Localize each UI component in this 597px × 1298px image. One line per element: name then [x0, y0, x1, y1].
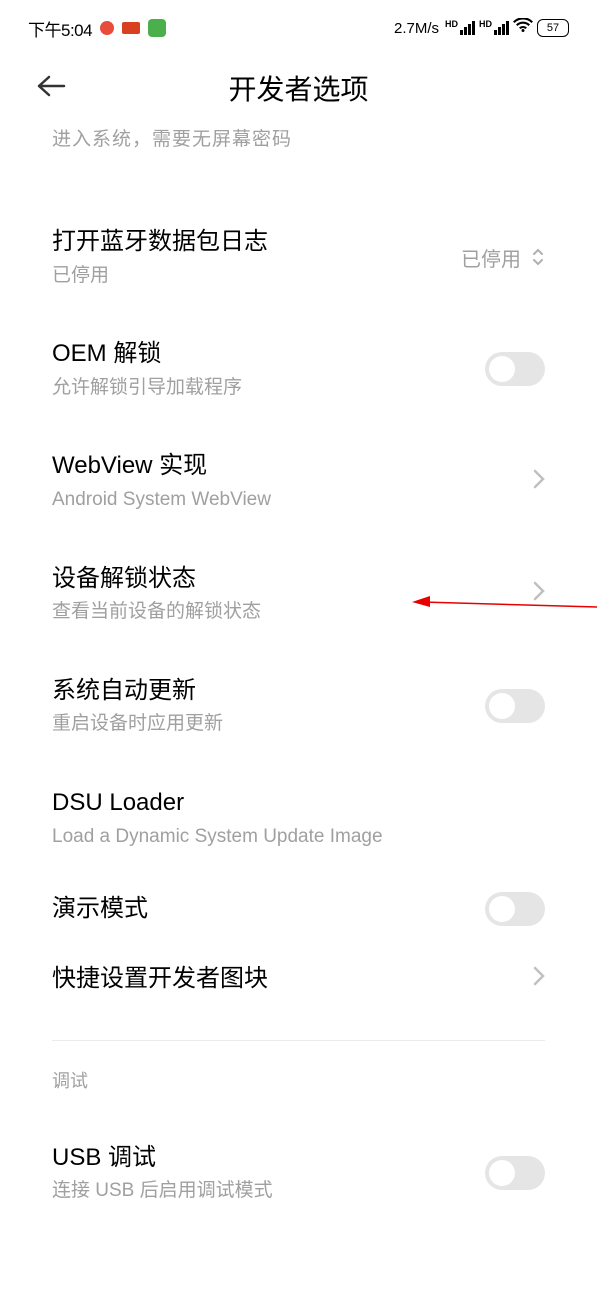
toggle-demo-mode[interactable]	[485, 892, 545, 926]
chevron-right-icon	[533, 581, 545, 606]
setting-usb-debug[interactable]: USB 调试 连接 USB 后启用调试模式	[52, 1117, 545, 1229]
setting-title: 演示模式	[52, 892, 485, 926]
setting-quick-tiles[interactable]: 快捷设置开发者图块	[52, 944, 545, 1014]
setting-subtitle: 查看当前设备的解锁状态	[52, 599, 533, 626]
setting-title: USB 调试	[52, 1141, 485, 1175]
page-title: 开发者选项	[228, 68, 368, 108]
wifi-icon	[513, 18, 533, 38]
signal-1: HD	[445, 21, 475, 35]
toggle-oem-unlock[interactable]	[485, 352, 545, 386]
setting-demo-mode[interactable]: 演示模式	[52, 874, 545, 944]
setting-unlock-status[interactable]: 设备解锁状态 查看当前设备的解锁状态	[52, 538, 545, 650]
status-bar: 下午5:04 2.7M/s HD HD 57	[0, 0, 597, 52]
setting-title: OEM 解锁	[52, 337, 485, 371]
chevron-right-icon	[533, 469, 545, 494]
updown-chevron-icon	[531, 247, 545, 267]
status-right: 2.7M/s HD HD 57	[394, 18, 569, 38]
setting-webview[interactable]: WebView 实现 Android System WebView	[52, 425, 545, 537]
setting-title: 系统自动更新	[52, 674, 485, 708]
setting-value: 已停用	[461, 243, 521, 272]
chevron-right-icon	[533, 966, 545, 991]
setting-subtitle: 重启设备时应用更新	[52, 711, 485, 738]
section-label-debug: 调试	[52, 1061, 545, 1117]
setting-dsu-loader[interactable]: DSU Loader Load a Dynamic System Update …	[52, 762, 545, 874]
setting-title: 快捷设置开发者图块	[52, 962, 533, 996]
status-left: 下午5:04	[28, 16, 166, 41]
divider	[52, 1040, 545, 1041]
setting-bluetooth-log[interactable]: 打开蓝牙数据包日志 已停用 已停用	[52, 201, 545, 313]
setting-subtitle: Android System WebView	[52, 487, 533, 514]
setting-oem-unlock[interactable]: OEM 解锁 允许解锁引导加载程序	[52, 313, 545, 425]
page-header: 开发者选项	[0, 52, 597, 124]
setting-title: 设备解锁状态	[52, 562, 533, 596]
toggle-auto-update[interactable]	[485, 689, 545, 723]
setting-title: 打开蓝牙数据包日志	[52, 225, 461, 259]
notification-icon-2	[122, 22, 140, 34]
truncated-description: 进入系统，需要无屏幕密码	[52, 124, 545, 151]
signal-2: HD	[479, 21, 509, 35]
setting-subtitle: 连接 USB 后启用调试模式	[52, 1178, 485, 1205]
network-speed: 2.7M/s	[394, 20, 439, 37]
setting-title: DSU Loader	[52, 786, 545, 820]
setting-subtitle: 已停用	[52, 263, 461, 290]
battery-icon: 57	[537, 19, 569, 37]
setting-title: WebView 实现	[52, 449, 533, 483]
status-time: 下午5:04	[28, 16, 92, 41]
setting-subtitle: Load a Dynamic System Update Image	[52, 824, 545, 851]
toggle-usb-debug[interactable]	[485, 1156, 545, 1190]
notification-icon-3	[148, 19, 166, 37]
back-arrow-icon[interactable]	[36, 74, 68, 103]
setting-subtitle: 允许解锁引导加载程序	[52, 375, 485, 402]
setting-auto-update[interactable]: 系统自动更新 重启设备时应用更新	[52, 650, 545, 762]
notification-icon	[100, 21, 114, 35]
